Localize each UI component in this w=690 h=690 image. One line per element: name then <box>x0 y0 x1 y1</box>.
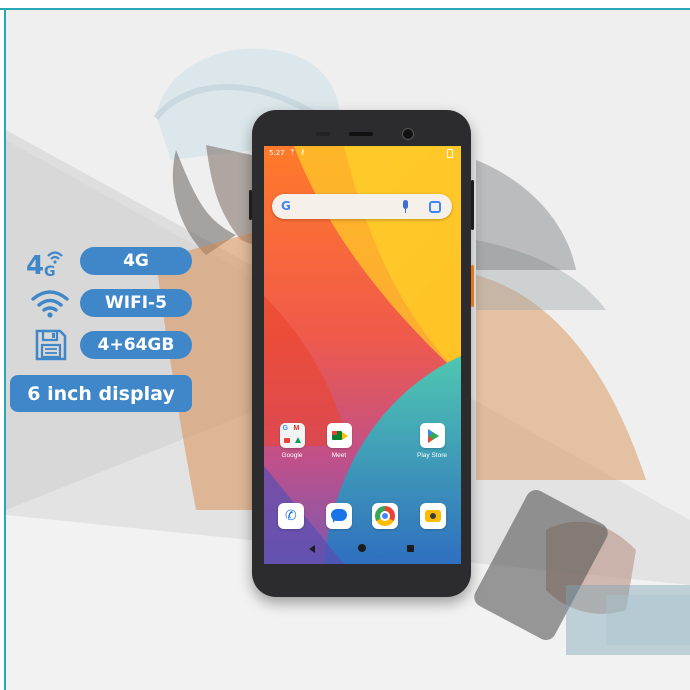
spec-wifi: WIFI-5 <box>80 289 192 317</box>
key-icon: ⚷ <box>300 148 306 156</box>
back-icon[interactable] <box>309 545 315 553</box>
microphone-stand <box>405 209 406 213</box>
messages-icon[interactable] <box>326 503 352 529</box>
google-g-icon: G <box>281 199 291 213</box>
spec-display-label: 6 inch display <box>10 375 192 412</box>
spec-4g-label: 4G <box>80 247 192 275</box>
meet-icon <box>326 423 352 448</box>
earpiece <box>349 132 373 136</box>
upload-icon: ⇡ <box>289 148 296 157</box>
4g-signal-icon: 4 G <box>26 244 70 278</box>
google-lens-icon[interactable] <box>429 201 441 213</box>
battery-icon <box>447 149 453 158</box>
camera-icon[interactable] <box>420 503 446 529</box>
phone-screen: 5:27 ⇡ ⚷ G G M Google Meet Play Store ✆ <box>264 146 461 564</box>
app-play-store[interactable]: Play Store <box>412 423 452 459</box>
wifi-icon <box>30 288 70 318</box>
side-button-right-orange <box>471 265 474 307</box>
spec-4g: 4G <box>80 247 192 275</box>
spec-storage: 4+64GB <box>80 331 192 359</box>
app-google-label: Google <box>281 452 303 459</box>
spec-storage-label: 4+64GB <box>80 331 192 359</box>
chrome-icon[interactable] <box>372 503 398 529</box>
spec-wifi-label: WIFI-5 <box>80 289 192 317</box>
spec-display: 6 inch display <box>10 375 192 412</box>
sensor-dots <box>316 132 330 136</box>
svg-text:G: G <box>44 264 56 278</box>
floppy-disk-icon <box>34 328 68 362</box>
svg-text:4: 4 <box>26 251 44 278</box>
google-apps-folder-icon: G M <box>279 423 305 448</box>
google-search-bar[interactable]: G <box>272 194 452 219</box>
app-meet-label: Meet <box>331 452 347 459</box>
product-image: 4 G 4G WIFI-5 4+64GB 6 inch display 5:27… <box>0 0 690 690</box>
side-button-right <box>471 180 474 230</box>
app-meet[interactable]: Meet <box>319 423 359 459</box>
status-bar: 5:27 ⇡ ⚷ <box>264 146 461 160</box>
phone-icon[interactable]: ✆ <box>278 503 304 529</box>
front-camera-icon <box>402 128 414 140</box>
home-icon[interactable] <box>358 544 366 552</box>
side-button-left <box>249 190 252 220</box>
status-time: 5:27 <box>269 149 285 157</box>
recents-icon[interactable] <box>407 545 414 552</box>
microphone-icon[interactable] <box>403 200 408 209</box>
app-google[interactable]: G M Google <box>272 423 312 459</box>
play-store-icon <box>419 423 445 448</box>
app-play-store-label: Play Store <box>417 452 447 459</box>
